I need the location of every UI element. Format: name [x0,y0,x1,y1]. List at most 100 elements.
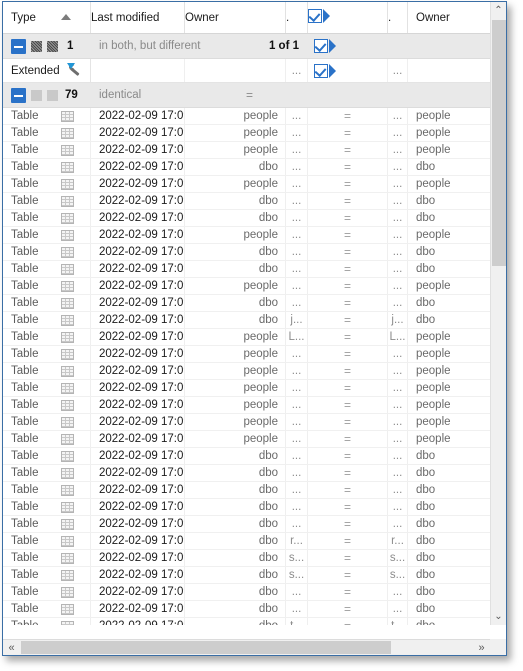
table-row[interactable]: Table 2022-02-09 17:09 people... =... people [3,414,491,431]
row-dots-right-label: ... [392,212,403,224]
row-dots-left-label: s... [288,552,305,564]
table-row[interactable]: Table 2022-02-09 17:09 people... =... people [3,380,491,397]
checkbox-checked-tag-icon[interactable] [314,39,336,53]
column-header-type-0[interactable]: Type [3,2,91,33]
row-type-cell: Table [3,108,91,124]
column-header-lastmodified-1[interactable]: Last modified [91,2,185,33]
row-dots-right-cell: ... [388,431,408,447]
table-icon [61,468,74,479]
row-dots-left-label: ... [291,501,302,513]
table-row[interactable]: Table 2022-02-09 17:09 dbo... =... dbo [3,499,491,516]
table-row[interactable]: Table 2022-02-09 17:09 dbo... =... dbo [3,159,491,176]
vertical-scrollbar-thumb[interactable] [492,20,506,266]
row-type-label: Table [11,212,39,224]
row-type-cell: Table [3,278,91,294]
row-dots-right-cell: r... [388,533,408,549]
wrench-icon[interactable] [66,63,82,78]
row-owner-left-cell: people [185,329,286,345]
row-dots-right-cell: ... [388,278,408,294]
row-owner-left-label: people [243,433,278,445]
table-row[interactable]: Table 2022-02-09 17:09 people... =... people [3,142,491,159]
row-owner-right-cell: dbo [408,618,491,625]
table-row[interactable]: Table 2022-02-09 17:09 dbo... =... dbo [3,261,491,278]
table-row[interactable]: Table 2022-02-09 17:09 dbo... =... dbo [3,584,491,601]
scroll-right-icon[interactable]: » [473,640,490,655]
table-row[interactable]: Table 2022-02-09 17:09 dbo t... = t... dbo [3,618,491,625]
table-icon [61,400,74,411]
table-row[interactable]: Table 2022-02-09 17:09 people L... = L... peop… [3,329,491,346]
scroll-up-icon[interactable]: ⌃ [491,2,506,19]
row-dots-left-cell: ... [286,176,308,192]
checkbox-checked-tag-icon[interactable] [314,63,336,78]
collapse-icon[interactable] [11,87,26,103]
row-owner-right-label: dbo [416,450,436,462]
sort-ascending-icon[interactable] [61,14,71,20]
group-row-different[interactable]: 1 in both, but different 1 of 1 [3,34,491,59]
column-header-checkbox-4[interactable] [308,2,388,33]
table-row[interactable]: Table 2022-02-09 17:09 dbo r... = r... dbo [3,533,491,550]
row-modified-cell: 2022-02-09 17:09 [91,567,185,583]
row-owner-right-label: dbo [416,212,436,224]
scroll-down-icon[interactable]: ⌄ [491,608,506,625]
horizontal-scrollbar-thumb[interactable] [21,641,391,654]
row-owner-left-cell: people [185,227,286,243]
table-row[interactable]: Table 2022-02-09 17:09 dbo... =... dbo [3,210,491,227]
row-status-label: = [343,347,351,361]
row-owner-left-cell: people [185,414,286,430]
row-owner-left-cell: dbo [185,601,286,617]
table-row[interactable]: Table 2022-02-09 17:09 dbo... =... dbo [3,601,491,618]
row-dots-left-cell: ... [286,125,308,141]
grid-body[interactable]: 1 in both, but different 1 of 1 Extended...… [3,34,491,625]
extended-filter-row[interactable]: Extended...... [3,59,491,83]
table-row[interactable]: Table 2022-02-09 17:09 dbo... =... dbo [3,448,491,465]
column-header-dot-3[interactable]: . [286,2,308,33]
horizontal-scrollbar[interactable]: « » [3,639,506,655]
row-dots-left-cell: ... [286,142,308,158]
column-header-label: . [388,11,392,24]
table-row[interactable]: Table 2022-02-09 17:09 dbo s... = s... dbo [3,567,491,584]
row-dots-left-cell: ... [286,431,308,447]
column-header-dot-5[interactable]: . [388,2,408,33]
row-owner-left-label: dbo [258,467,278,479]
row-modified-cell: 2022-02-09 17:09 [91,601,185,617]
row-owner-right-label: people [416,416,451,428]
row-dots-right-cell: ... [388,159,408,175]
checkbox-checked-tag-icon[interactable] [308,9,330,23]
table-row[interactable]: Table 2022-02-09 17:09 people... =... people [3,363,491,380]
row-owner-right-cell: people [408,397,491,413]
table-row[interactable]: Table 2022-02-09 17:09 people... =... people [3,176,491,193]
collapse-icon[interactable] [11,38,26,54]
table-row[interactable]: Table 2022-02-09 17:09 dbo... =... dbo [3,244,491,261]
row-dots-left-label: ... [291,518,302,530]
row-type-label: Table [11,569,39,581]
column-header-owner-2[interactable]: Owner [185,2,286,33]
table-row[interactable]: Table 2022-02-09 17:09 people... =... people [3,108,491,125]
table-icon [61,298,74,309]
vertical-scrollbar[interactable]: ⌃ ⌄ [490,2,506,625]
table-row[interactable]: Table 2022-02-09 17:09 people... =... people [3,227,491,244]
scroll-left-icon[interactable]: « [3,640,20,655]
column-header-owner-6[interactable]: Owner [408,2,491,33]
table-row[interactable]: Table 2022-02-09 17:09 people... =... people [3,431,491,448]
table-row[interactable]: Table 2022-02-09 17:09 people... =... people [3,397,491,414]
group-count: 79 [65,89,78,101]
table-row[interactable]: Table 2022-02-09 17:09 dbo s... = s... dbo [3,550,491,567]
table-row[interactable]: Table 2022-02-09 17:09 dbo... =... dbo [3,193,491,210]
table-row[interactable]: Table 2022-02-09 17:09 people... =... people [3,278,491,295]
table-row[interactable]: Table 2022-02-09 17:09 people... =... people [3,125,491,142]
status-swatch-1 [47,40,58,52]
row-dots-left-label: ... [291,212,302,224]
table-row[interactable]: Table 2022-02-09 17:09 dbo... =... dbo [3,465,491,482]
row-modified-label: 2022-02-09 17:09 [99,127,185,139]
group-row-identical[interactable]: 79 identical = [3,83,491,108]
table-row[interactable]: Table 2022-02-09 17:09 dbo... =... dbo [3,516,491,533]
table-row[interactable]: Table 2022-02-09 17:09 people... =... people [3,346,491,363]
row-type-label: Table [11,552,39,564]
row-owner-left-cell: people [185,431,286,447]
group-row-identical-status: = [238,83,278,107]
table-row[interactable]: Table 2022-02-09 17:09 dbo... =... dbo [3,295,491,312]
row-dots-right-label: s... [389,552,406,564]
row-type-cell: Table [3,482,91,498]
table-row[interactable]: Table 2022-02-09 17:09 dbo j... = j... dbo [3,312,491,329]
table-row[interactable]: Table 2022-02-09 17:09 dbo... =... dbo [3,482,491,499]
